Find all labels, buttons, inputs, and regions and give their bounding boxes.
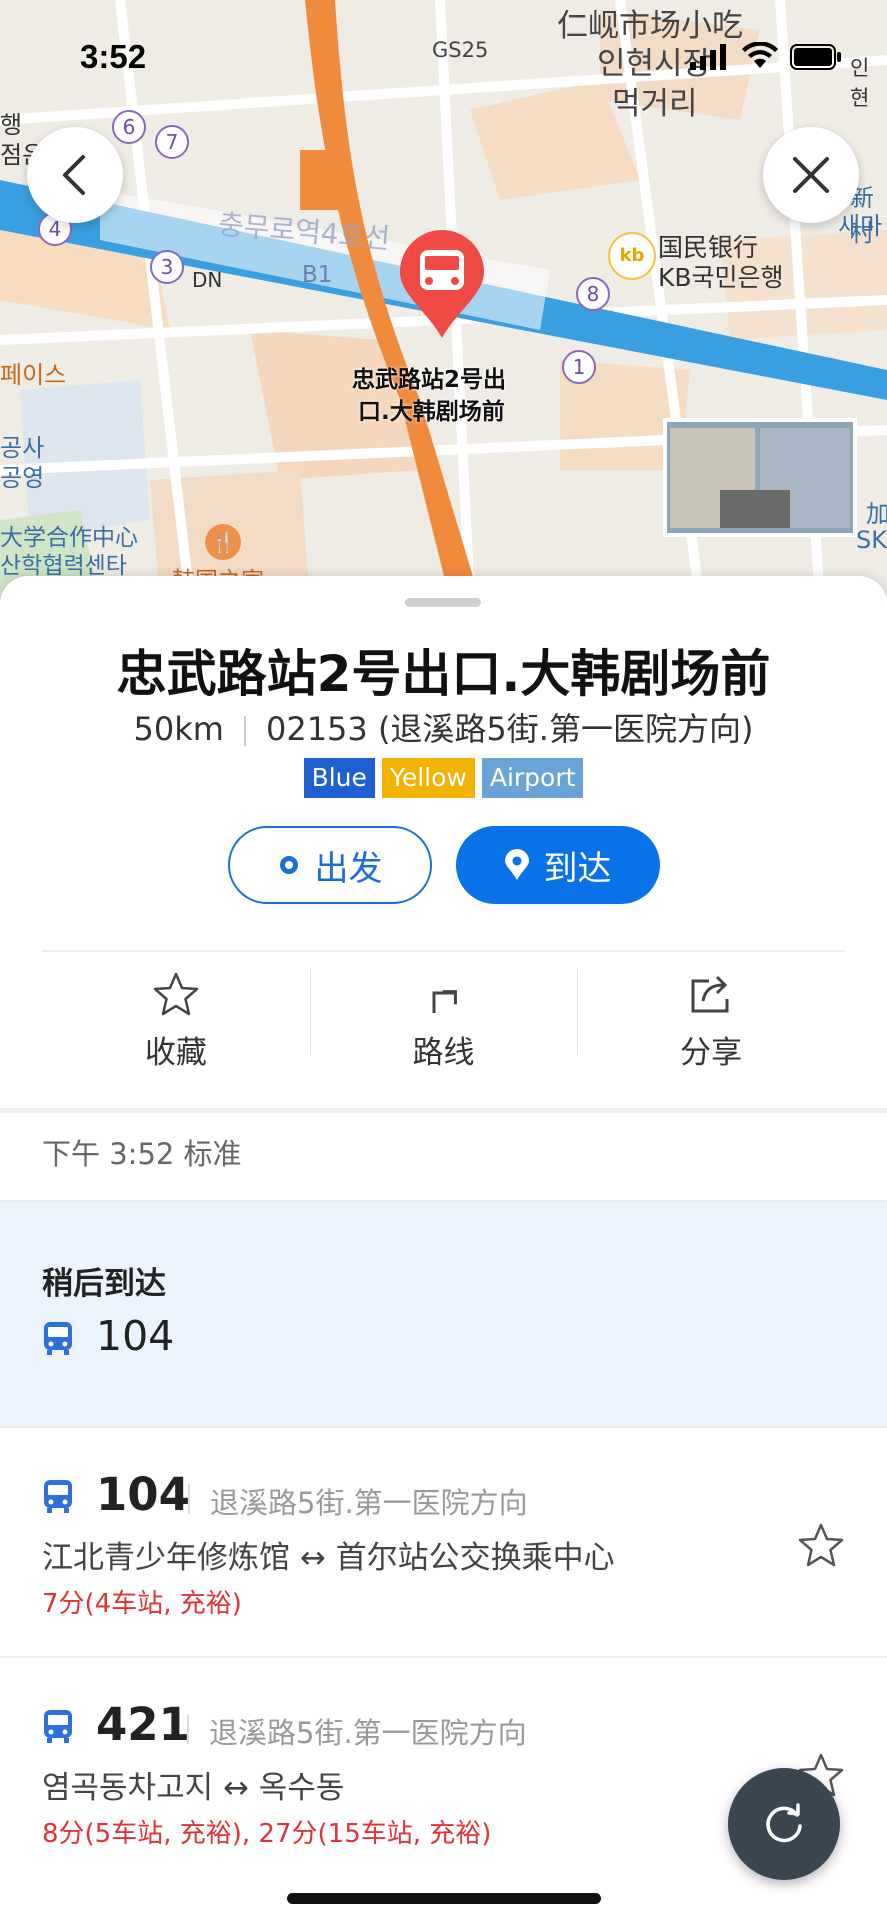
map-label-right-4: 加 [866, 500, 887, 528]
arrive-label: 到达 [543, 848, 612, 889]
route-label: 路线 [412, 1034, 475, 1071]
sheet-handle[interactable] [405, 598, 481, 607]
back-button[interactable] [27, 127, 123, 223]
bus-icon [44, 1480, 72, 1513]
star-icon [153, 972, 199, 1015]
kb-bank-icon: kb [608, 232, 656, 280]
stop-id: 02153 (退溪路5街.第一医院方向) [265, 710, 754, 748]
status-bar: 3:52 [0, 0, 887, 110]
arriving-bus-number: 104 [96, 1312, 175, 1360]
street-view-thumbnail[interactable] [665, 420, 855, 535]
exit-1-marker: 1 [562, 350, 596, 384]
bus-route-item[interactable]: 104 退溪路5街.第一医院方向 江北青少年修炼馆 ↔ 首尔站公交换乘中心 7分… [0, 1428, 887, 1656]
status-time: 3:52 [80, 38, 147, 75]
route-direction: 退溪路5街.第一医院方向 [210, 1486, 528, 1520]
subline-divider [243, 716, 246, 746]
route-tags: Blue Yellow Airport [0, 758, 887, 798]
map-label-left-7: 산학협력센타 [0, 553, 127, 579]
map-label-dn: DN [192, 268, 223, 292]
arriving-soon-label: 稍后到达 [42, 1266, 166, 1302]
depart-button[interactable]: 出发 [227, 826, 432, 904]
route-number: 104 [96, 1468, 190, 1521]
map-label-b1: B1 [302, 262, 333, 288]
section-separator [0, 1108, 887, 1113]
map-marker-label-1: 忠武路站2号出 [352, 367, 507, 393]
tag-yellow: Yellow [381, 758, 475, 798]
map-label-bank-kr: KB국민은행 [658, 263, 784, 292]
arriving-soon-panel[interactable]: 稍后到达 104 [0, 1202, 887, 1426]
map-marker-label-2: 口.大韩剧场前 [358, 399, 505, 425]
map-label-left-3: 페이스 [0, 361, 67, 389]
refresh-button[interactable] [728, 1768, 840, 1880]
close-icon [793, 157, 829, 193]
route-path: 江北青少年修炼馆 ↔ 首尔站公交换乘中心 [42, 1540, 615, 1576]
battery-icon [790, 44, 841, 70]
exit-3-marker: 3 [150, 250, 184, 284]
home-indicator[interactable] [287, 1893, 601, 1904]
close-button[interactable] [763, 127, 859, 223]
arrive-button[interactable]: 到达 [455, 826, 660, 904]
tag-blue: Blue [303, 758, 375, 798]
action-row: 收藏 路线 分享 [42, 951, 845, 1091]
direction-buttons: 出发 到达 [0, 826, 887, 904]
restaurant-icon: 🍴 [205, 524, 241, 560]
route-arrow-icon [432, 989, 457, 1013]
favorite-label: 收藏 [144, 1034, 207, 1071]
time-info: 下午 3:52 标准 [42, 1137, 242, 1171]
route-divider [188, 1484, 190, 1514]
wifi-icon [742, 42, 778, 68]
route-action[interactable]: 路线 [309, 951, 578, 1091]
route-path: 염곡동차고지 ↔ 옥수동 [42, 1770, 345, 1806]
bus-icon [44, 1322, 72, 1355]
exit-6-marker: 6 [112, 110, 146, 144]
signal-icon [690, 44, 726, 70]
route-eta: 7分(4车站, 充裕) [42, 1589, 242, 1619]
bus-stop-marker-icon[interactable] [396, 228, 488, 340]
map-label-right-5: SK [856, 526, 887, 554]
refresh-icon [766, 1803, 802, 1843]
location-pin-icon [504, 849, 529, 880]
map-label-right-3: 새마 [838, 212, 883, 240]
share-label: 分享 [680, 1034, 743, 1071]
route-number: 421 [96, 1698, 190, 1751]
favorite-action[interactable]: 收藏 [42, 951, 310, 1091]
chevron-left-icon [63, 155, 85, 195]
depart-label: 出发 [314, 848, 383, 889]
share-icon [691, 975, 729, 1012]
bus-icon [44, 1710, 72, 1743]
stop-distance: 50km [133, 710, 224, 748]
stop-title: 忠武路站2号出口.大韩剧场前 [116, 645, 771, 703]
route-divider [187, 1714, 189, 1744]
share-action[interactable]: 分享 [577, 951, 845, 1091]
exit-7-marker: 7 [155, 125, 189, 159]
exit-8-marker: 8 [576, 277, 610, 311]
origin-dot-icon [279, 856, 298, 874]
stop-detail-sheet: 忠武路站2号出口.大韩剧场前 50km 02153 (退溪路5街.第一医院方向) … [0, 576, 887, 1920]
stop-subline: 50km 02153 (退溪路5街.第一医院方向) [0, 704, 887, 750]
tag-airport: Airport [481, 758, 584, 798]
route-eta: 8分(5车站, 充裕), 27分(15车站, 充裕) [42, 1819, 492, 1849]
route-direction: 退溪路5街.第一医院方向 [209, 1716, 527, 1750]
map-label-left-5: 공영 [0, 464, 45, 492]
favorite-star-icon[interactable] [797, 1522, 845, 1568]
